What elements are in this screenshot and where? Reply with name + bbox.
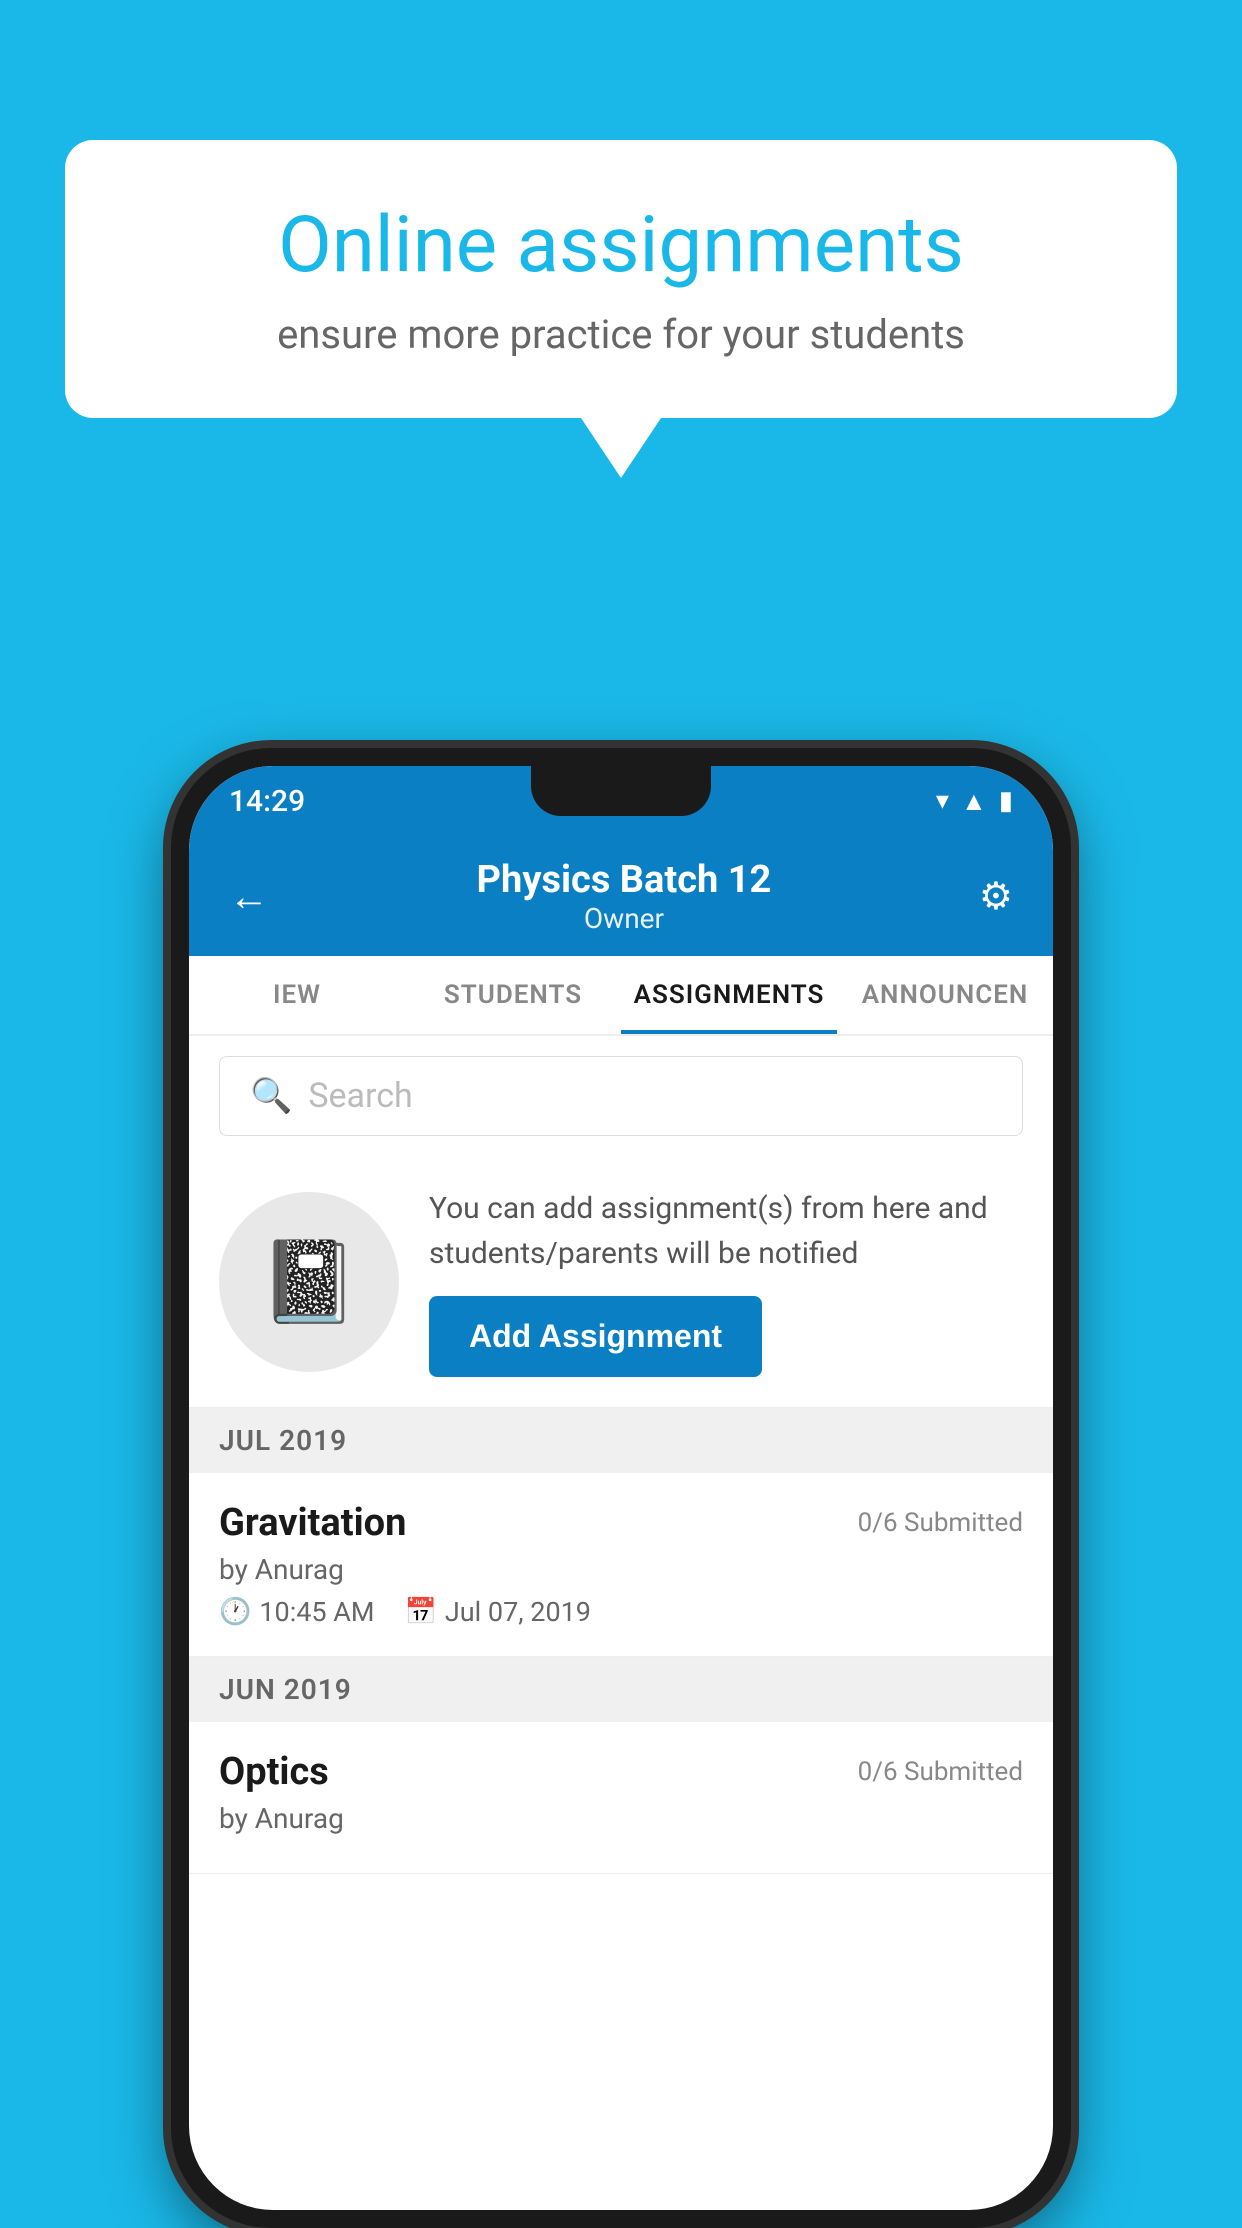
phone-screen: 14:29 ▾ ▲ ▮ ← Physics Batch 12 Owner ⚙ <box>189 766 1053 2210</box>
promo-description: You can add assignment(s) from here and … <box>429 1186 1023 1276</box>
status-icons: ▾ ▲ ▮ <box>936 786 1013 817</box>
signal-icon: ▲ <box>961 786 987 817</box>
notebook-icon: 📓 <box>259 1235 359 1329</box>
tab-announcements-label: ANNOUNCEN <box>862 980 1029 1010</box>
assignment-item-gravitation[interactable]: Gravitation 0/6 Submitted by Anurag 🕐 10… <box>189 1473 1053 1657</box>
assignment-by-optics: by Anurag <box>219 1802 1023 1835</box>
tab-iew-label: IEW <box>273 980 321 1010</box>
add-assignment-button[interactable]: Add Assignment <box>429 1296 762 1377</box>
header-title-group: Physics Batch 12 Owner <box>269 858 979 935</box>
tab-students-label: STUDENTS <box>444 980 582 1010</box>
header-title: Physics Batch 12 <box>269 858 979 902</box>
back-button[interactable]: ← <box>229 873 269 920</box>
month-label-jul: JUL 2019 <box>219 1424 347 1457</box>
settings-icon[interactable]: ⚙ <box>979 874 1013 919</box>
tab-students[interactable]: STUDENTS <box>405 956 621 1034</box>
assignment-submitted-gravitation: 0/6 Submitted <box>858 1508 1023 1538</box>
assignment-by-gravitation: by Anurag <box>219 1553 1023 1586</box>
speech-bubble-arrow <box>581 418 661 478</box>
header-subtitle: Owner <box>269 902 979 935</box>
month-header-jul: JUL 2019 <box>189 1408 1053 1473</box>
assignment-name-optics: Optics <box>219 1750 329 1794</box>
search-bar[interactable]: 🔍 Search <box>219 1056 1023 1136</box>
tabs-bar: IEW STUDENTS ASSIGNMENTS ANNOUNCEN <box>189 956 1053 1036</box>
speech-bubble-container: Online assignments ensure more practice … <box>65 140 1177 478</box>
promo-icon-circle: 📓 <box>219 1192 399 1372</box>
wifi-icon: ▾ <box>936 786 949 816</box>
assignment-row1-optics: Optics 0/6 Submitted <box>219 1750 1023 1794</box>
assignment-row1: Gravitation 0/6 Submitted <box>219 1501 1023 1545</box>
tab-assignments-label: ASSIGNMENTS <box>634 980 825 1010</box>
tab-assignments[interactable]: ASSIGNMENTS <box>621 956 837 1034</box>
phone-notch <box>531 766 711 816</box>
promo-section: 📓 You can add assignment(s) from here an… <box>189 1156 1053 1408</box>
search-placeholder: Search <box>308 1076 412 1116</box>
status-time: 14:29 <box>229 784 305 819</box>
assignment-meta-gravitation: 🕐 10:45 AM 📅 Jul 07, 2019 <box>219 1596 1023 1628</box>
month-header-jun: JUN 2019 <box>189 1657 1053 1722</box>
assignment-submitted-optics: 0/6 Submitted <box>858 1757 1023 1787</box>
assignment-name-gravitation: Gravitation <box>219 1501 406 1545</box>
calendar-icon: 📅 <box>405 1597 437 1627</box>
assignment-time-value: 10:45 AM <box>259 1596 374 1628</box>
assignment-item-optics[interactable]: Optics 0/6 Submitted by Anurag <box>189 1722 1053 1874</box>
speech-bubble-title: Online assignments <box>135 200 1107 291</box>
speech-bubble-subtitle: ensure more practice for your students <box>135 311 1107 358</box>
screen-content: 14:29 ▾ ▲ ▮ ← Physics Batch 12 Owner ⚙ <box>189 766 1053 2210</box>
battery-icon: ▮ <box>999 786 1013 816</box>
tab-announcements[interactable]: ANNOUNCEN <box>837 956 1053 1034</box>
search-icon: 🔍 <box>250 1076 292 1116</box>
clock-icon: 🕐 <box>219 1597 251 1627</box>
promo-text-group: You can add assignment(s) from here and … <box>429 1186 1023 1377</box>
tab-iew[interactable]: IEW <box>189 956 405 1034</box>
month-label-jun: JUN 2019 <box>219 1673 352 1706</box>
assignment-date-gravitation: 📅 Jul 07, 2019 <box>405 1596 591 1628</box>
assignment-time-gravitation: 🕐 10:45 AM <box>219 1596 375 1628</box>
assignment-date-value: Jul 07, 2019 <box>445 1596 591 1628</box>
phone-frame: 14:29 ▾ ▲ ▮ ← Physics Batch 12 Owner ⚙ <box>171 748 1071 2228</box>
app-header: ← Physics Batch 12 Owner ⚙ <box>189 836 1053 956</box>
speech-bubble: Online assignments ensure more practice … <box>65 140 1177 418</box>
search-container: 🔍 Search <box>189 1036 1053 1156</box>
